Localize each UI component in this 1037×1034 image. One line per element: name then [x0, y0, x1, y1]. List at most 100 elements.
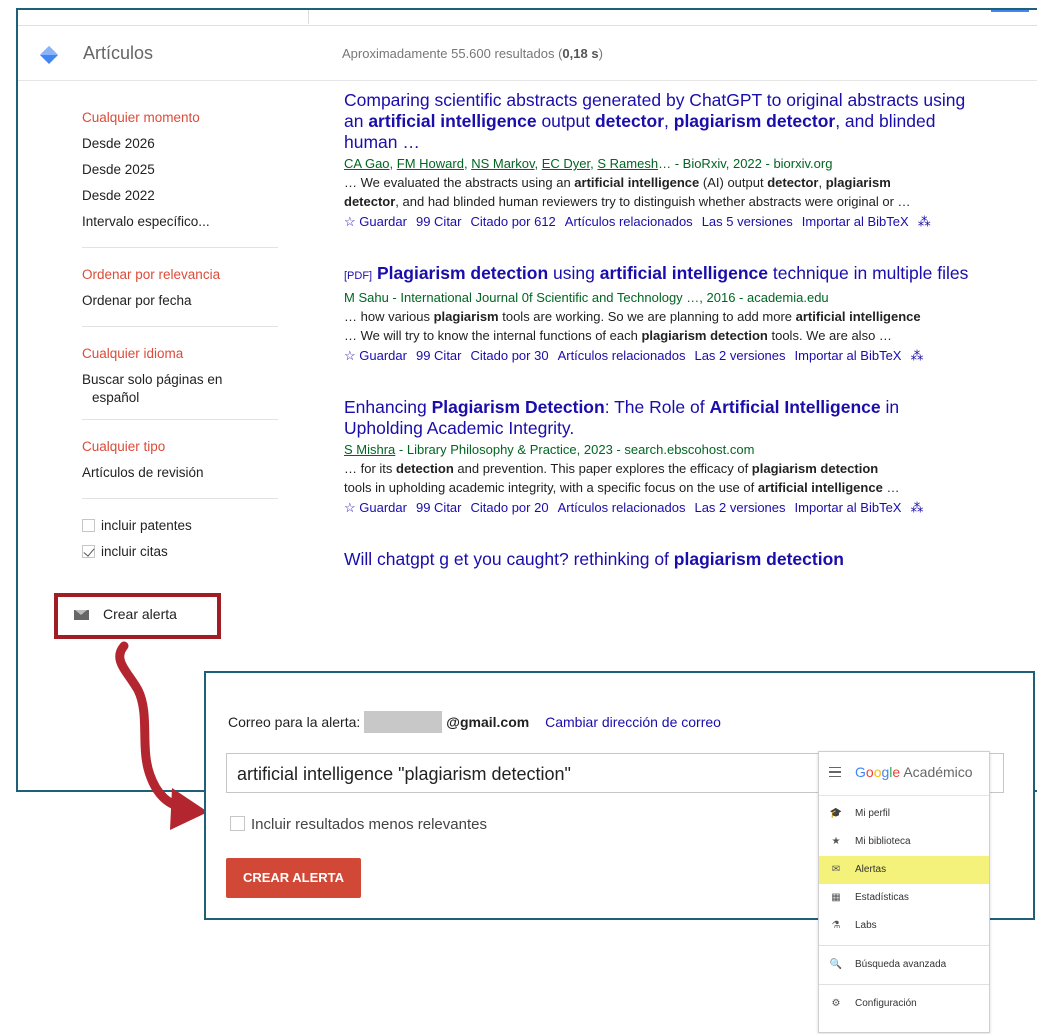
result-authors: M Sahu - International Journal 0f Scient… [344, 290, 829, 305]
graduation-cap-icon: 🎓 [829, 808, 843, 819]
result-authors: CA Gao, FM Howard, NS Markov, EC Dyer, S… [344, 156, 833, 171]
menu-item-alerts[interactable]: ✉ Alertas [819, 856, 989, 884]
include-citations-toggle[interactable]: incluir citas [82, 539, 278, 565]
menu-header: Google Académico [819, 752, 989, 796]
results-header: Artículos Aproximadamente 55.600 resulta… [18, 27, 1037, 81]
citations-checkbox[interactable] [82, 545, 95, 558]
result-title[interactable]: [PDF] Plagiarism detection using artific… [344, 263, 1037, 287]
author-link[interactable]: S Ramesh [597, 156, 658, 171]
result-item: [PDF] Plagiarism detection using artific… [344, 263, 1037, 367]
divider [82, 247, 278, 248]
author-link[interactable]: NS Markov [471, 156, 534, 171]
create-alert-button[interactable]: Crear alerta [54, 593, 221, 639]
include-patents-toggle[interactable]: incluir patentes [82, 513, 278, 539]
author-link[interactable]: FM Howard [397, 156, 464, 171]
author-link[interactable]: EC Dyer [542, 156, 590, 171]
less-relevant-checkbox[interactable] [230, 816, 245, 831]
envelope-icon: ✉ [831, 864, 841, 875]
divider [82, 498, 278, 499]
result-snippet: … for its detection and prevention. This… [344, 461, 900, 495]
filter-sidebar: Cualquier momento Desde 2026 Desde 2025 … [82, 105, 278, 565]
versions-link[interactable]: Las 2 versiones [694, 500, 785, 515]
include-less-relevant-toggle[interactable]: Incluir resultados menos relevantes [230, 816, 487, 833]
related-articles-link[interactable]: Artículos relacionados [565, 214, 693, 229]
google-scholar-logo: Google Académico [855, 764, 973, 780]
filter-any-language[interactable]: Cualquier idioma [82, 341, 278, 367]
stats-icon: ▦ [831, 892, 841, 903]
scholar-menu: Google Académico 🎓 Mi perfil ★ Mi bibliote… [818, 751, 990, 1033]
save-link[interactable]: ☆ Guardar [344, 500, 407, 515]
result-actions: ☆ Guardar 99 Citar Citado por 30 Artículos … [344, 345, 1037, 367]
filter-since-2022[interactable]: Desde 2022 [82, 183, 278, 209]
menu-item-settings[interactable]: ⚙ Configuración [819, 990, 989, 1018]
related-articles-link[interactable]: Artículos relacionados [558, 348, 686, 363]
email-label: Correo para la alerta: [228, 714, 361, 730]
versions-link[interactable]: Las 5 versiones [702, 214, 793, 229]
email-domain: @gmail.com [446, 714, 530, 730]
create-alert-label: Crear alerta [103, 606, 177, 622]
divider [82, 326, 278, 327]
menu-item-my-library[interactable]: ★ Mi biblioteca [819, 828, 989, 856]
filter-since-2026[interactable]: Desde 2026 [82, 131, 278, 157]
result-title[interactable]: Comparing scientific abstracts generated… [344, 90, 1037, 153]
author-link[interactable]: CA Gao [344, 156, 390, 171]
advanced-search-icon: 🔍 [829, 959, 843, 970]
sort-by-date[interactable]: Ordenar por fecha [82, 288, 278, 314]
result-snippet: … how various plagiarism tools are worki… [344, 309, 921, 343]
filter-any-time[interactable]: Cualquier momento [82, 105, 278, 131]
import-bibtex-link[interactable]: Importar al BibTeX [795, 348, 902, 363]
import-bibtex-link[interactable]: Importar al BibTeX [802, 214, 909, 229]
sort-by-relevance[interactable]: Ordenar por relevancia [82, 262, 278, 288]
scholar-logo-icon [40, 46, 58, 64]
topbar-divider [308, 10, 309, 24]
results-list: Comparing scientific abstracts generated… [344, 90, 1037, 590]
cited-by-link[interactable]: Citado por 612 [471, 214, 556, 229]
divider [82, 419, 278, 420]
filter-any-type[interactable]: Cualquier tipo [82, 434, 278, 460]
envelope-icon [74, 610, 89, 620]
filter-since-2025[interactable]: Desde 2025 [82, 157, 278, 183]
save-link[interactable]: ☆ Guardar [344, 214, 407, 229]
cite-link[interactable]: 99 Citar [416, 500, 462, 515]
hamburger-menu-icon[interactable] [829, 767, 841, 777]
patents-checkbox[interactable] [82, 519, 95, 532]
filter-review-articles[interactable]: Artículos de revisión [82, 460, 278, 486]
cited-by-link[interactable]: Citado por 20 [471, 500, 549, 515]
redacted-email [364, 711, 443, 733]
result-item: Will chatgpt g et you caught? rethinking… [344, 549, 1037, 570]
result-authors: S Mishra - Library Philosophy & Practice… [344, 442, 755, 457]
cited-by-link[interactable]: Citado por 30 [471, 348, 549, 363]
change-email-link[interactable]: Cambiar dirección de correo [545, 714, 721, 730]
menu-item-my-profile[interactable]: 🎓 Mi perfil [819, 800, 989, 828]
filter-spanish-pages[interactable]: Buscar solo páginas en español [82, 371, 278, 407]
top-bar [18, 10, 1037, 26]
create-alert-submit-button[interactable]: CREAR ALERTA [226, 858, 361, 898]
filter-custom-range[interactable]: Intervalo específico... [82, 209, 278, 235]
more-icon[interactable]: ⁂ [910, 500, 923, 515]
alert-email-row: Correo para la alerta: @gmail.com Cambiar… [228, 711, 721, 733]
more-icon[interactable]: ⁂ [910, 348, 923, 363]
menu-item-advanced-search[interactable]: 🔍 Búsqueda avanzada [819, 951, 989, 979]
import-bibtex-link[interactable]: Importar al BibTeX [795, 500, 902, 515]
menu-item-labs[interactable]: ⚗ Labs [819, 912, 989, 940]
author-link[interactable]: S Mishra [344, 442, 395, 457]
divider [819, 945, 989, 946]
cite-link[interactable]: 99 Citar [416, 348, 462, 363]
result-actions: ☆ Guardar 99 Citar Citado por 20 Artículos … [344, 497, 1037, 519]
save-link[interactable]: ☆ Guardar [344, 348, 407, 363]
cite-link[interactable]: 99 Citar [416, 214, 462, 229]
result-snippet: … We evaluated the abstracts using an ar… [344, 175, 911, 209]
more-icon[interactable]: ⁂ [918, 214, 931, 229]
result-title[interactable]: Will chatgpt g et you caught? rethinking… [344, 549, 1037, 570]
active-tab-indicator [991, 10, 1029, 12]
result-actions: ☆ Guardar 99 Citar Citado por 612 Artículos… [344, 211, 1037, 233]
results-count: Aproximadamente 55.600 resultados (0,18 … [342, 46, 603, 61]
related-articles-link[interactable]: Artículos relacionados [558, 500, 686, 515]
section-title: Artículos [83, 43, 154, 63]
flask-icon: ⚗ [831, 920, 841, 931]
menu-item-statistics[interactable]: ▦ Estadísticas [819, 884, 989, 912]
versions-link[interactable]: Las 2 versiones [694, 348, 785, 363]
result-item: Comparing scientific abstracts generated… [344, 90, 1037, 233]
result-title[interactable]: Enhancing Plagiarism Detection: The Role… [344, 397, 1037, 439]
pdf-badge[interactable]: [PDF] [344, 270, 372, 282]
